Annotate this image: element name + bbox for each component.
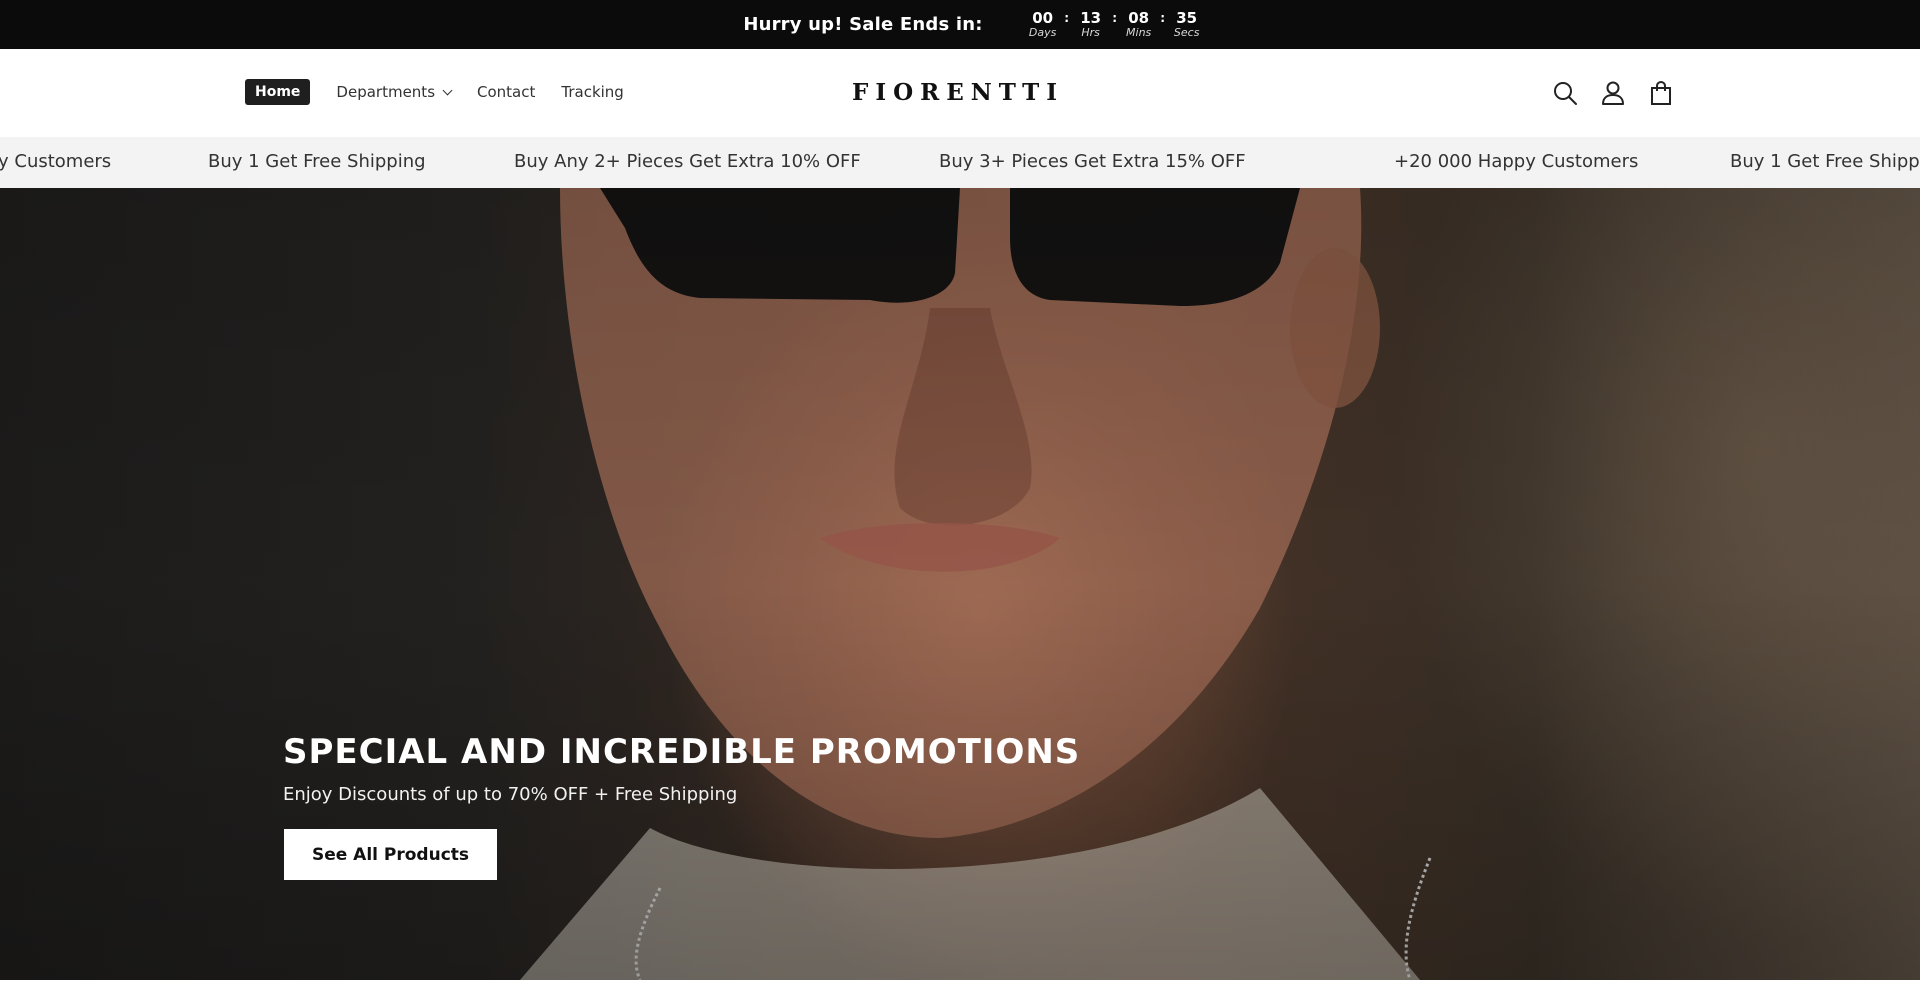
site-header: Home Departments Contact Tracking FIOREN… — [0, 49, 1920, 137]
countdown-seconds: 35 Secs — [1167, 10, 1207, 39]
nav-contact[interactable]: Contact — [477, 83, 535, 101]
countdown-minutes-label: Mins — [1126, 26, 1152, 39]
countdown-days-label: Days — [1028, 26, 1057, 39]
marquee-item: Buy Any 2+ Pieces Get Extra 10% OFF — [514, 151, 861, 172]
nav-home[interactable]: Home — [245, 79, 311, 105]
site-logo[interactable]: FIORENTTI — [852, 79, 1064, 106]
countdown-hours-value: 13 — [1080, 9, 1102, 27]
page-bottom-edge — [0, 980, 1920, 993]
marquee-item: y Customers — [0, 151, 112, 172]
hero-subtitle: Enjoy Discounts of up to 70% OFF + Free … — [283, 784, 738, 805]
marquee-item: Buy 1 Get Free Shipping — [208, 151, 426, 172]
countdown-minutes-value: 08 — [1128, 9, 1150, 27]
countdown-seconds-label: Secs — [1173, 26, 1200, 39]
nav-departments-label: Departments — [336, 83, 436, 101]
nav-tracking[interactable]: Tracking — [561, 83, 623, 101]
countdown-days: 00 Days — [1023, 10, 1063, 39]
countdown-hours-label: Hrs — [1081, 26, 1100, 39]
search-icon[interactable] — [1552, 80, 1578, 106]
main-nav: Home Departments Contact Tracking — [245, 79, 650, 105]
cart-icon[interactable] — [1648, 80, 1674, 106]
see-all-products-button[interactable]: See All Products — [284, 829, 497, 880]
marquee-item: +20 000 Happy Customers — [1394, 151, 1639, 172]
hero-title: SPECIAL AND INCREDIBLE PROMOTIONS — [283, 732, 1081, 772]
nav-departments[interactable]: Departments — [336, 83, 453, 101]
countdown-separator: : — [1112, 10, 1118, 25]
countdown-separator: : — [1064, 10, 1070, 25]
promo-marquee: y Customers Buy 1 Get Free Shipping Buy … — [0, 137, 1920, 188]
marquee-item: Buy 1 Get Free Shippin — [1730, 151, 1920, 172]
countdown-separator: : — [1160, 10, 1166, 25]
sale-ends-text: Hurry up! Sale Ends in: — [743, 14, 983, 35]
marquee-item: Buy 3+ Pieces Get Extra 15% OFF — [939, 151, 1246, 172]
announcement-content: Hurry up! Sale Ends in: 00 Days : 13 Hrs… — [743, 10, 1206, 39]
countdown-days-value: 00 — [1032, 9, 1054, 27]
countdown-minutes: 08 Mins — [1119, 10, 1159, 39]
announcement-bar: Hurry up! Sale Ends in: 00 Days : 13 Hrs… — [0, 0, 1920, 49]
countdown-seconds-value: 35 — [1176, 9, 1198, 27]
countdown-hours: 13 Hrs — [1071, 10, 1111, 39]
hero-banner: SPECIAL AND INCREDIBLE PROMOTIONS Enjoy … — [0, 188, 1920, 980]
chevron-down-icon — [442, 85, 453, 95]
account-icon[interactable] — [1600, 80, 1626, 106]
header-actions — [1552, 80, 1696, 106]
